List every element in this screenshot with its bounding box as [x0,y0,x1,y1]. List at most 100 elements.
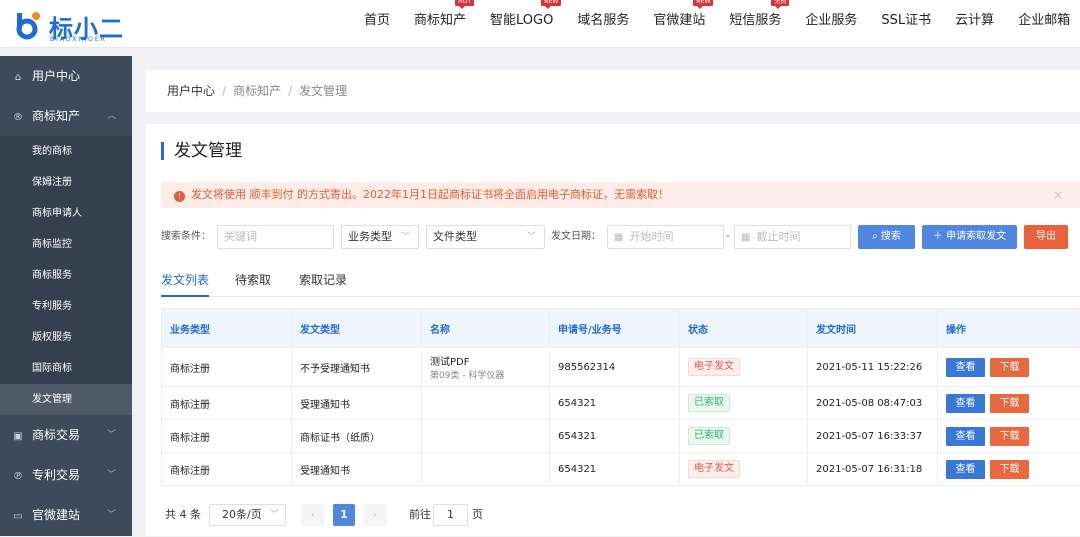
nav-item[interactable]: 云计算 [943,0,1006,48]
request-doc-label: 申请索取发文 [946,231,1006,242]
sidebar-subitem[interactable]: 国际商标 [0,353,132,384]
column-header: 申请号/业务号 [550,309,680,348]
table-cell: 654321 [550,453,680,486]
nav-item-label: 官微建站 [653,13,705,28]
nav-item-label: 企业服务 [805,13,857,28]
main-content: 用户中心/商标知产/发文管理 发文管理 !发文将使用 顺丰到付 的方式寄出。20… [146,70,1080,536]
tab-records[interactable]: 索取记录 [299,270,347,297]
start-date-placeholder: 开始时间 [629,230,673,243]
view-button[interactable]: 查看 [946,427,985,446]
chevron-down-icon: ﹀ [270,505,279,525]
sidebar-subitem[interactable]: 我的商标 [0,136,132,167]
brand-logo[interactable]: 标小二 BIAOXIAOER [12,5,132,45]
table-cell: 商标注册 [162,453,292,486]
view-button[interactable]: 查看 [946,394,985,413]
sidebar-item-site[interactable]: ▭官微建站 ﹀ [0,495,132,535]
sidebar-item-trademark[interactable]: ®商标知产 ︿ [0,96,132,136]
sidebar-item-patent[interactable]: ℗专利交易 ﹀ [0,455,132,495]
nav-item[interactable]: 企业服务 [793,0,869,48]
doc-name-sub: 第09类 - 科学仪器 [430,368,549,381]
tab-doc-list[interactable]: 发文列表 [161,270,209,297]
table-row: 商标注册不予受理通知书测试PDF第09类 - 科学仪器985562314电子发文… [162,348,1080,387]
export-button[interactable]: 导出 [1024,225,1068,249]
breadcrumb-separator: / [288,84,292,98]
table-cell [422,420,550,453]
request-doc-button[interactable]: ＋ 申请索取发文 [922,225,1017,249]
alert-text: 发文将使用 顺丰到付 的方式寄出。2022年1月1日起商标证书将全面启用电子商标… [191,188,669,201]
nav-item[interactable]: 首页 [352,0,402,48]
download-button[interactable]: 下载 [990,358,1029,377]
download-button[interactable]: 下载 [990,427,1029,446]
breadcrumb-item[interactable]: 用户中心 [167,84,215,98]
sidebar-item-trade[interactable]: ▣商标交易 ﹀ [0,415,132,455]
close-icon[interactable]: × [1053,182,1063,208]
sidebar-subitem[interactable]: 商标监控 [0,229,132,260]
table-cell: 查看下载 [938,387,1080,420]
search-button[interactable]: ⌕ 搜索 [858,225,915,249]
application-number: 654321 [558,431,596,442]
date-label: 发文日期： [551,225,601,249]
breadcrumb-item[interactable]: 商标知产 [233,84,281,98]
page-size-select[interactable]: 20条/页 ﹀ [209,504,286,526]
sidebar-item-label: 商标交易 [32,428,80,442]
nav-item[interactable]: 官微建站NEW [641,0,717,48]
nav-item-label: 首页 [364,13,390,28]
prev-page-button[interactable]: ‹ [302,504,324,526]
status-badge: 已索取 [688,394,730,412]
page-title: 发文管理 [161,142,242,160]
doc-time: 2021-05-07 16:31:18 [816,464,922,475]
nav-item[interactable]: 商标知产HOT [402,0,478,48]
doc-type: 商标证书（纸质） [300,433,380,444]
biz-type-select[interactable]: 业务类型﹀ [341,225,419,249]
biz-type: 商标注册 [170,400,210,411]
sidebar-subitem[interactable]: 商标服务 [0,260,132,291]
nav-item[interactable]: 域名服务 [565,0,641,48]
nav-item-label: 域名服务 [577,13,629,28]
view-button[interactable]: 查看 [946,358,985,377]
column-header: 发文类型 [292,309,422,348]
notice-alert: !发文将使用 顺丰到付 的方式寄出。2022年1月1日起商标证书将全面启用电子商… [161,182,1080,208]
end-date-input[interactable]: ▦截止时间 [734,225,851,249]
chevron-right-icon: › [373,508,377,521]
sidebar-item-user-center[interactable]: ⌂用户中心 [0,56,132,96]
nav-item[interactable]: SSL证书 [869,0,943,48]
table-cell: 商标注册 [162,387,292,420]
sidebar-subitem[interactable]: 版权服务 [0,322,132,353]
table-cell: 654321 [550,387,680,420]
sidebar-subitem[interactable]: 保姆注册 [0,167,132,198]
nav-item[interactable]: 智能LOGONEW [478,0,565,48]
total-count: 共 4 条 [165,504,201,526]
nav-item-label: 短信服务 [729,13,781,28]
next-page-button[interactable]: › [364,504,386,526]
view-button[interactable]: 查看 [946,460,985,479]
download-button[interactable]: 下载 [990,460,1029,479]
table-row: 商标注册受理通知书654321已索取2021-05-08 08:47:03查看下… [162,387,1080,420]
breadcrumb: 用户中心/商标知产/发文管理 [146,70,1080,112]
page-number-current[interactable]: 1 [333,504,355,526]
breadcrumb-current: 发文管理 [299,84,347,98]
table-cell: 商标证书（纸质） [292,420,422,453]
sidebar-subitem[interactable]: 发文管理 [0,384,132,415]
sidebar-subitem[interactable]: 专利服务 [0,291,132,322]
file-type-select[interactable]: 文件类型﹀ [426,225,545,249]
sidebar-item-label: 商标知产 [32,109,80,123]
chevron-down-icon: ﹀ [107,415,116,455]
table-cell: 查看下载 [938,420,1080,453]
nav-item[interactable]: 短信服务 免费 [717,0,793,48]
nav-item-label: 云计算 [955,13,994,28]
doc-time: 2021-05-07 16:33:37 [816,431,922,442]
status-badge: 电子发文 [688,358,740,376]
sidebar-subitem[interactable]: 商标申请人 [0,198,132,229]
download-button[interactable]: 下载 [990,394,1029,413]
nav-item[interactable]: 企业邮箱 [1006,0,1080,48]
goto-page-input[interactable]: 1 [433,504,468,526]
status-badge: 已索取 [688,427,730,445]
table-cell: 测试PDF第09类 - 科学仪器 [422,348,550,387]
tab-pending[interactable]: 待索取 [235,270,271,297]
start-date-input[interactable]: ▦开始时间 [607,225,724,249]
page-size-value: 20条/页 [222,508,262,521]
doc-type: 不予受理通知书 [300,364,370,375]
nav-badge: 免费 [771,0,789,6]
doc-name: 测试PDF [430,353,549,368]
keyword-input[interactable]: 关键词 [217,225,334,249]
